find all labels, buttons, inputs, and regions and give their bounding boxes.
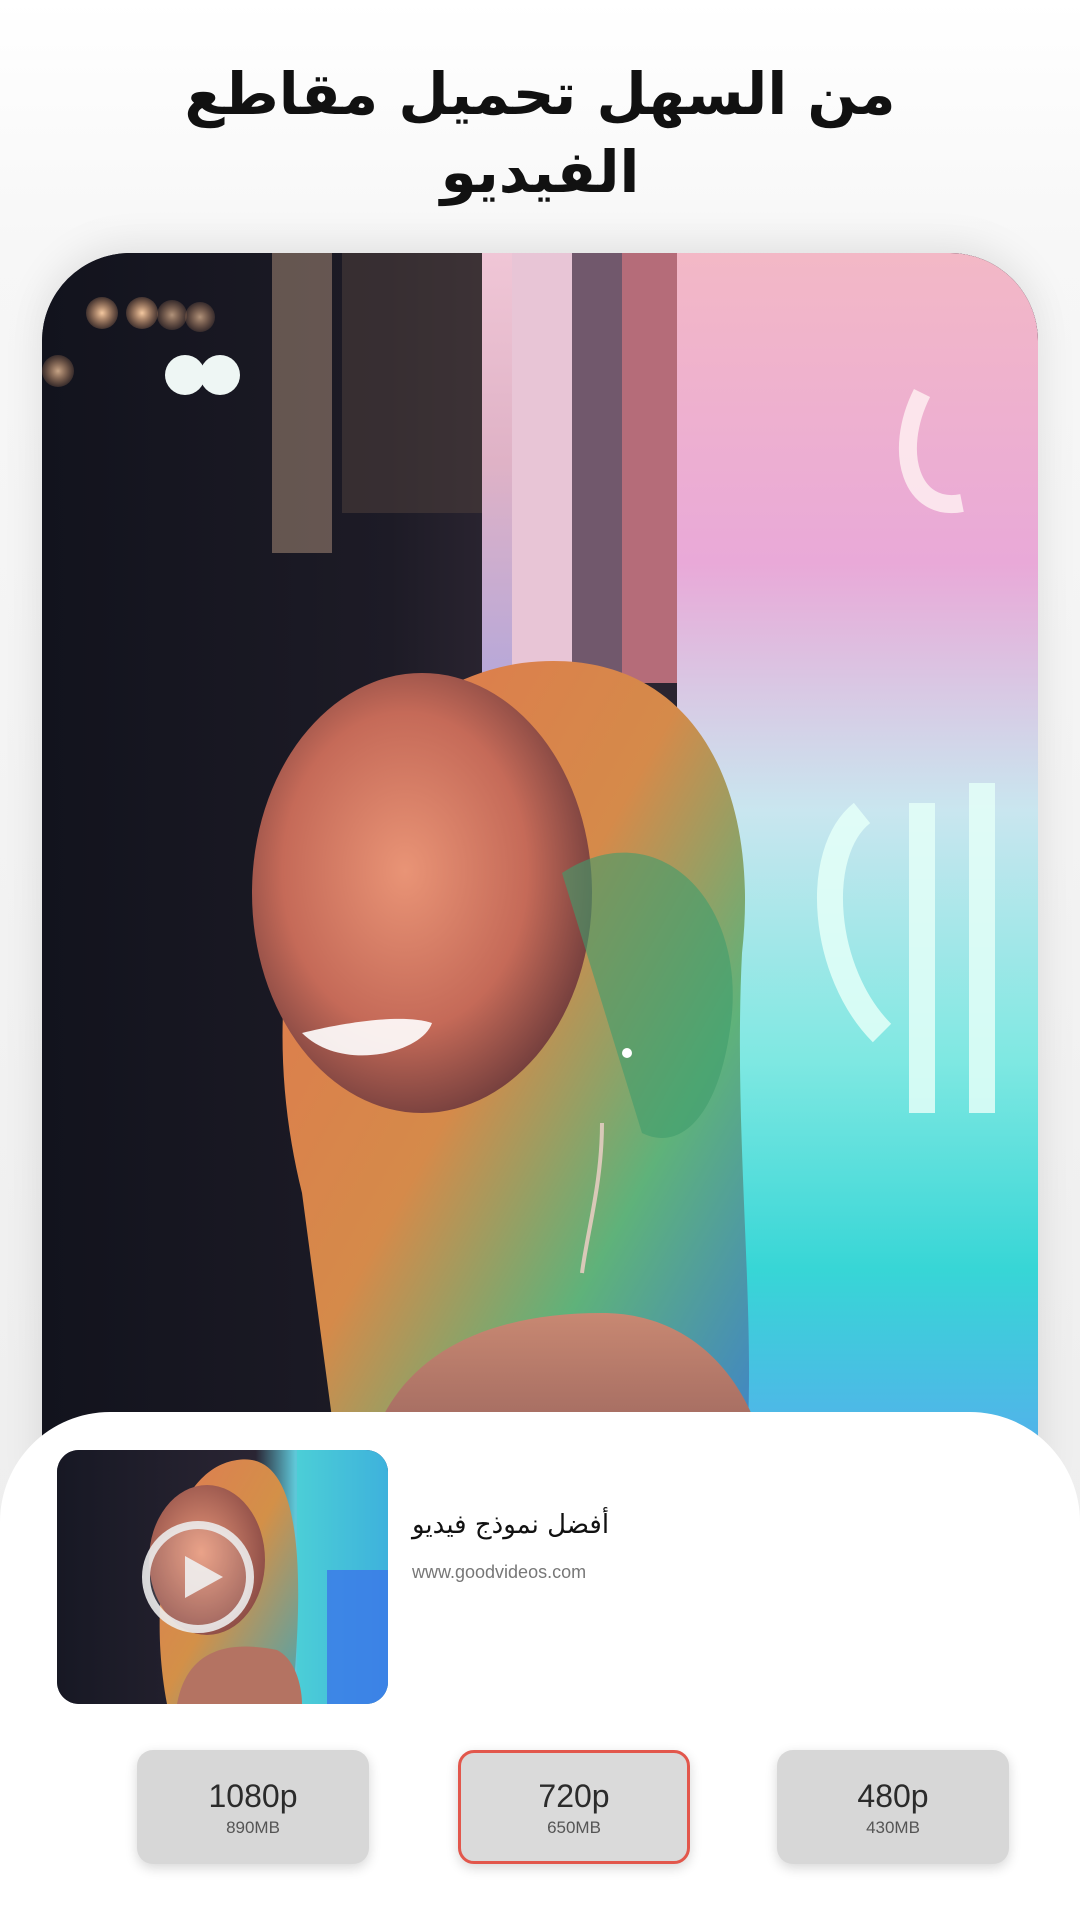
quality-size: 890MB: [226, 1818, 280, 1837]
quality-option-1080p[interactable]: 1080p 890MB: [137, 1750, 369, 1864]
quality-option-480p[interactable]: 480p 430MB: [777, 1750, 1009, 1864]
quality-resolution: 1080p: [208, 1778, 298, 1814]
quality-size: 650MB: [547, 1818, 601, 1837]
quality-option-720p[interactable]: 720p 650MB: [458, 1750, 690, 1864]
headline-line-1: من السهل تحميل مقاطع: [184, 60, 896, 128]
video-title-text: أفضل نموذج فيديو: [412, 1510, 610, 1540]
quality-resolution: 480p: [857, 1778, 929, 1814]
video-title: أفضل نموذج فيديو: [412, 1510, 609, 1540]
hero-image: [42, 253, 1038, 1493]
video-thumbnail[interactable]: [57, 1450, 388, 1704]
video-url[interactable]: www.goodvideos.com: [412, 1562, 586, 1583]
quality-size: 430MB: [866, 1818, 920, 1837]
quality-resolution: 720p: [538, 1778, 610, 1814]
headline: من السهل تحميل مقاطع الفيديو: [120, 55, 960, 211]
play-icon[interactable]: [141, 1520, 255, 1634]
headline-line-2: الفيديو: [440, 138, 640, 206]
